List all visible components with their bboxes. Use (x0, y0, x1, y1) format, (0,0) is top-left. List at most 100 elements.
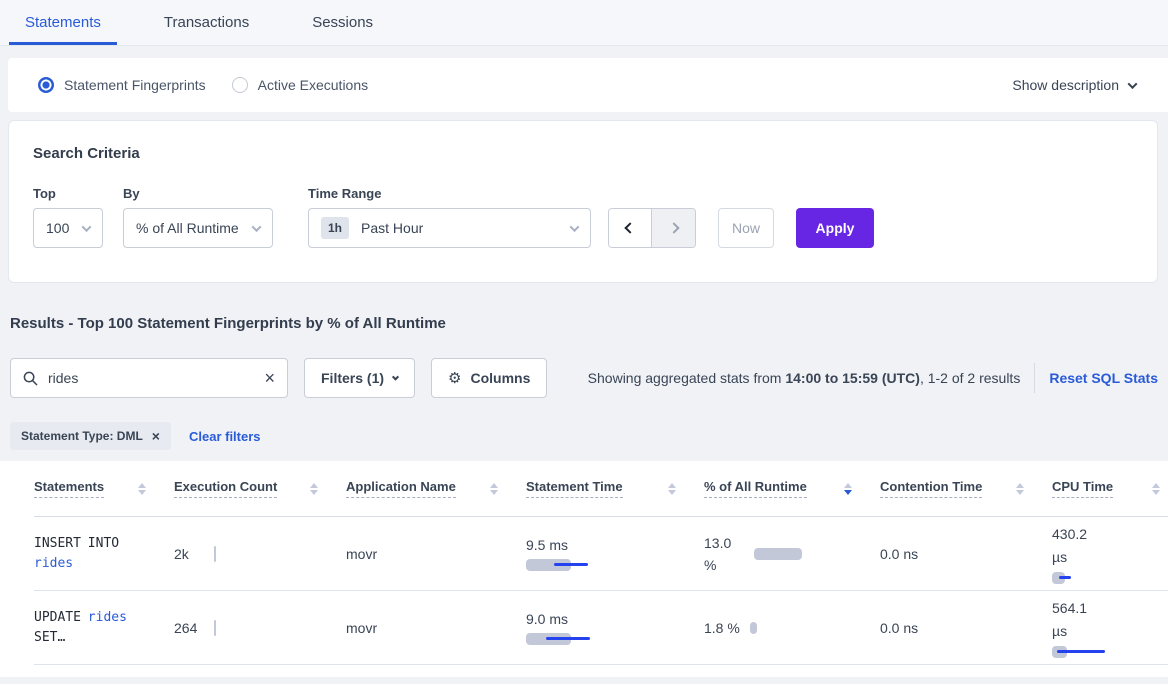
columns-button-label: Columns (470, 370, 530, 386)
column-header-execution-count[interactable]: Execution Count (174, 479, 346, 498)
filter-chip-label: Statement Type: DML (21, 429, 143, 443)
pct-runtime-cell: 1.8 % (704, 617, 880, 639)
contention-time-cell: 0.0 ns (880, 546, 1052, 562)
application-name-cell: movr (346, 546, 526, 562)
chevron-down-icon (82, 222, 92, 232)
view-toggle-bar: Statement Fingerprints Active Executions… (8, 58, 1168, 112)
sort-icon[interactable] (1016, 483, 1024, 495)
tab-sessions[interactable]: Sessions (296, 0, 389, 45)
chevron-down-icon (252, 222, 262, 232)
chevron-down-icon (570, 222, 580, 232)
stats-time-range: 14:00 to 15:59 (UTC) (785, 370, 920, 386)
column-header-contention-time[interactable]: Contention Time (880, 479, 1052, 498)
column-header-statements[interactable]: Statements (34, 479, 174, 498)
search-input[interactable] (48, 370, 264, 386)
by-select-value: % of All Runtime (136, 220, 239, 236)
radio-statement-fingerprints[interactable]: Statement Fingerprints (38, 77, 206, 93)
cpu-time-cell: 564.1 µs (1052, 597, 1168, 658)
sort-icon[interactable] (490, 483, 498, 495)
pct-runtime-bar (750, 622, 757, 634)
chevron-down-icon (392, 373, 399, 380)
pct-runtime-bar (754, 548, 802, 560)
reset-sql-stats-link[interactable]: Reset SQL Stats (1049, 370, 1158, 386)
execution-count-bar (214, 620, 216, 636)
filters-button[interactable]: Filters (1) (304, 358, 415, 398)
search-criteria-card: Search Criteria Top 100 By % of All Runt… (8, 120, 1158, 283)
clear-filters-link[interactable]: Clear filters (189, 429, 261, 444)
sort-icon[interactable] (310, 483, 318, 495)
radio-active-executions[interactable]: Active Executions (232, 77, 369, 93)
column-header-cpu-time[interactable]: CPU Time (1052, 479, 1168, 498)
radio-label: Statement Fingerprints (64, 77, 206, 93)
results-controls-row: × Filters (1) ⚙ Columns Showing aggregat… (10, 358, 1158, 398)
radio-selected-icon (38, 77, 54, 93)
previous-time-range-button[interactable] (609, 209, 652, 247)
sort-icon[interactable] (668, 483, 676, 495)
sort-icon[interactable] (1152, 483, 1160, 495)
execution-count-bar (214, 546, 216, 562)
statement-link[interactable]: rides (88, 610, 127, 625)
search-criteria-form: Top 100 By % of All Runtime Time Range 1… (33, 186, 1127, 248)
filter-chip-statement-type[interactable]: Statement Type: DML × (10, 422, 171, 450)
cpu-time-bar (1052, 646, 1105, 658)
table-header-row: Statements Execution Count Application N… (34, 461, 1168, 517)
search-box: × (10, 358, 288, 398)
remove-filter-icon[interactable]: × (152, 428, 160, 444)
time-range-label: Time Range (308, 186, 608, 201)
time-range-field: Time Range 1h Past Hour (308, 186, 608, 248)
now-button[interactable]: Now (718, 208, 774, 248)
column-header-application-name[interactable]: Application Name (346, 479, 526, 498)
gear-icon: ⚙ (448, 369, 461, 387)
pct-runtime-cell: 13.0 % (704, 532, 880, 576)
by-select[interactable]: % of All Runtime (123, 208, 273, 248)
chevron-left-icon (624, 222, 635, 233)
top-tab-bar: Statements Transactions Sessions (0, 0, 1168, 46)
tab-statements[interactable]: Statements (9, 0, 117, 45)
top-label: Top (33, 186, 123, 201)
table-row: UPDATE rides SET… 264 movr 9.0 ms 1.8 % … (34, 591, 1168, 665)
columns-button[interactable]: ⚙ Columns (431, 358, 547, 398)
by-field: By % of All Runtime (123, 186, 308, 248)
radio-label: Active Executions (258, 77, 369, 93)
time-range-select[interactable]: 1h Past Hour (308, 208, 591, 248)
clear-search-icon[interactable]: × (264, 369, 275, 387)
view-radio-group: Statement Fingerprints Active Executions (38, 77, 368, 93)
show-description-label: Show description (1012, 77, 1119, 93)
time-range-value: Past Hour (361, 220, 423, 236)
search-icon (23, 371, 38, 386)
divider (1034, 363, 1035, 393)
cpu-time-cell: 430.2 µs (1052, 523, 1168, 584)
top-field: Top 100 (33, 186, 123, 248)
chevron-right-icon (668, 222, 679, 233)
filters-button-label: Filters (1) (321, 370, 384, 386)
execution-count-cell: 264 (174, 620, 346, 636)
column-header-pct-of-all-runtime[interactable]: % of All Runtime (704, 479, 880, 498)
by-label: By (123, 186, 308, 201)
statement-time-bar (526, 633, 590, 645)
sort-icon[interactable] (844, 483, 852, 495)
show-description-toggle[interactable]: Show description (1012, 77, 1136, 93)
apply-button[interactable]: Apply (796, 208, 874, 248)
contention-time-cell: 0.0 ns (880, 620, 1052, 636)
search-criteria-title: Search Criteria (33, 145, 1127, 162)
next-time-range-button[interactable] (652, 209, 695, 247)
application-name-cell: movr (346, 620, 526, 636)
results-heading: Results - Top 100 Statement Fingerprints… (10, 315, 1168, 332)
statement-cell: UPDATE rides SET… (34, 608, 148, 648)
active-filters-row: Statement Type: DML × Clear filters (10, 422, 1168, 450)
statement-time-cell: 9.5 ms (526, 537, 704, 571)
statement-time-cell: 9.0 ms (526, 611, 704, 645)
execution-count-cell: 2k (174, 546, 346, 562)
statements-table: Statements Execution Count Application N… (0, 461, 1168, 677)
chevron-down-icon (1128, 79, 1138, 89)
aggregated-stats-text: Showing aggregated stats from 14:00 to 1… (588, 370, 1021, 386)
radio-unselected-icon (232, 77, 248, 93)
statement-link[interactable]: rides (34, 556, 73, 571)
column-header-statement-time[interactable]: Statement Time (526, 479, 704, 498)
cpu-time-bar (1052, 572, 1071, 584)
tab-transactions[interactable]: Transactions (148, 0, 265, 45)
statement-time-bar (526, 559, 588, 571)
sort-icon[interactable] (138, 483, 146, 495)
time-range-pager (608, 208, 696, 248)
top-select[interactable]: 100 (33, 208, 103, 248)
